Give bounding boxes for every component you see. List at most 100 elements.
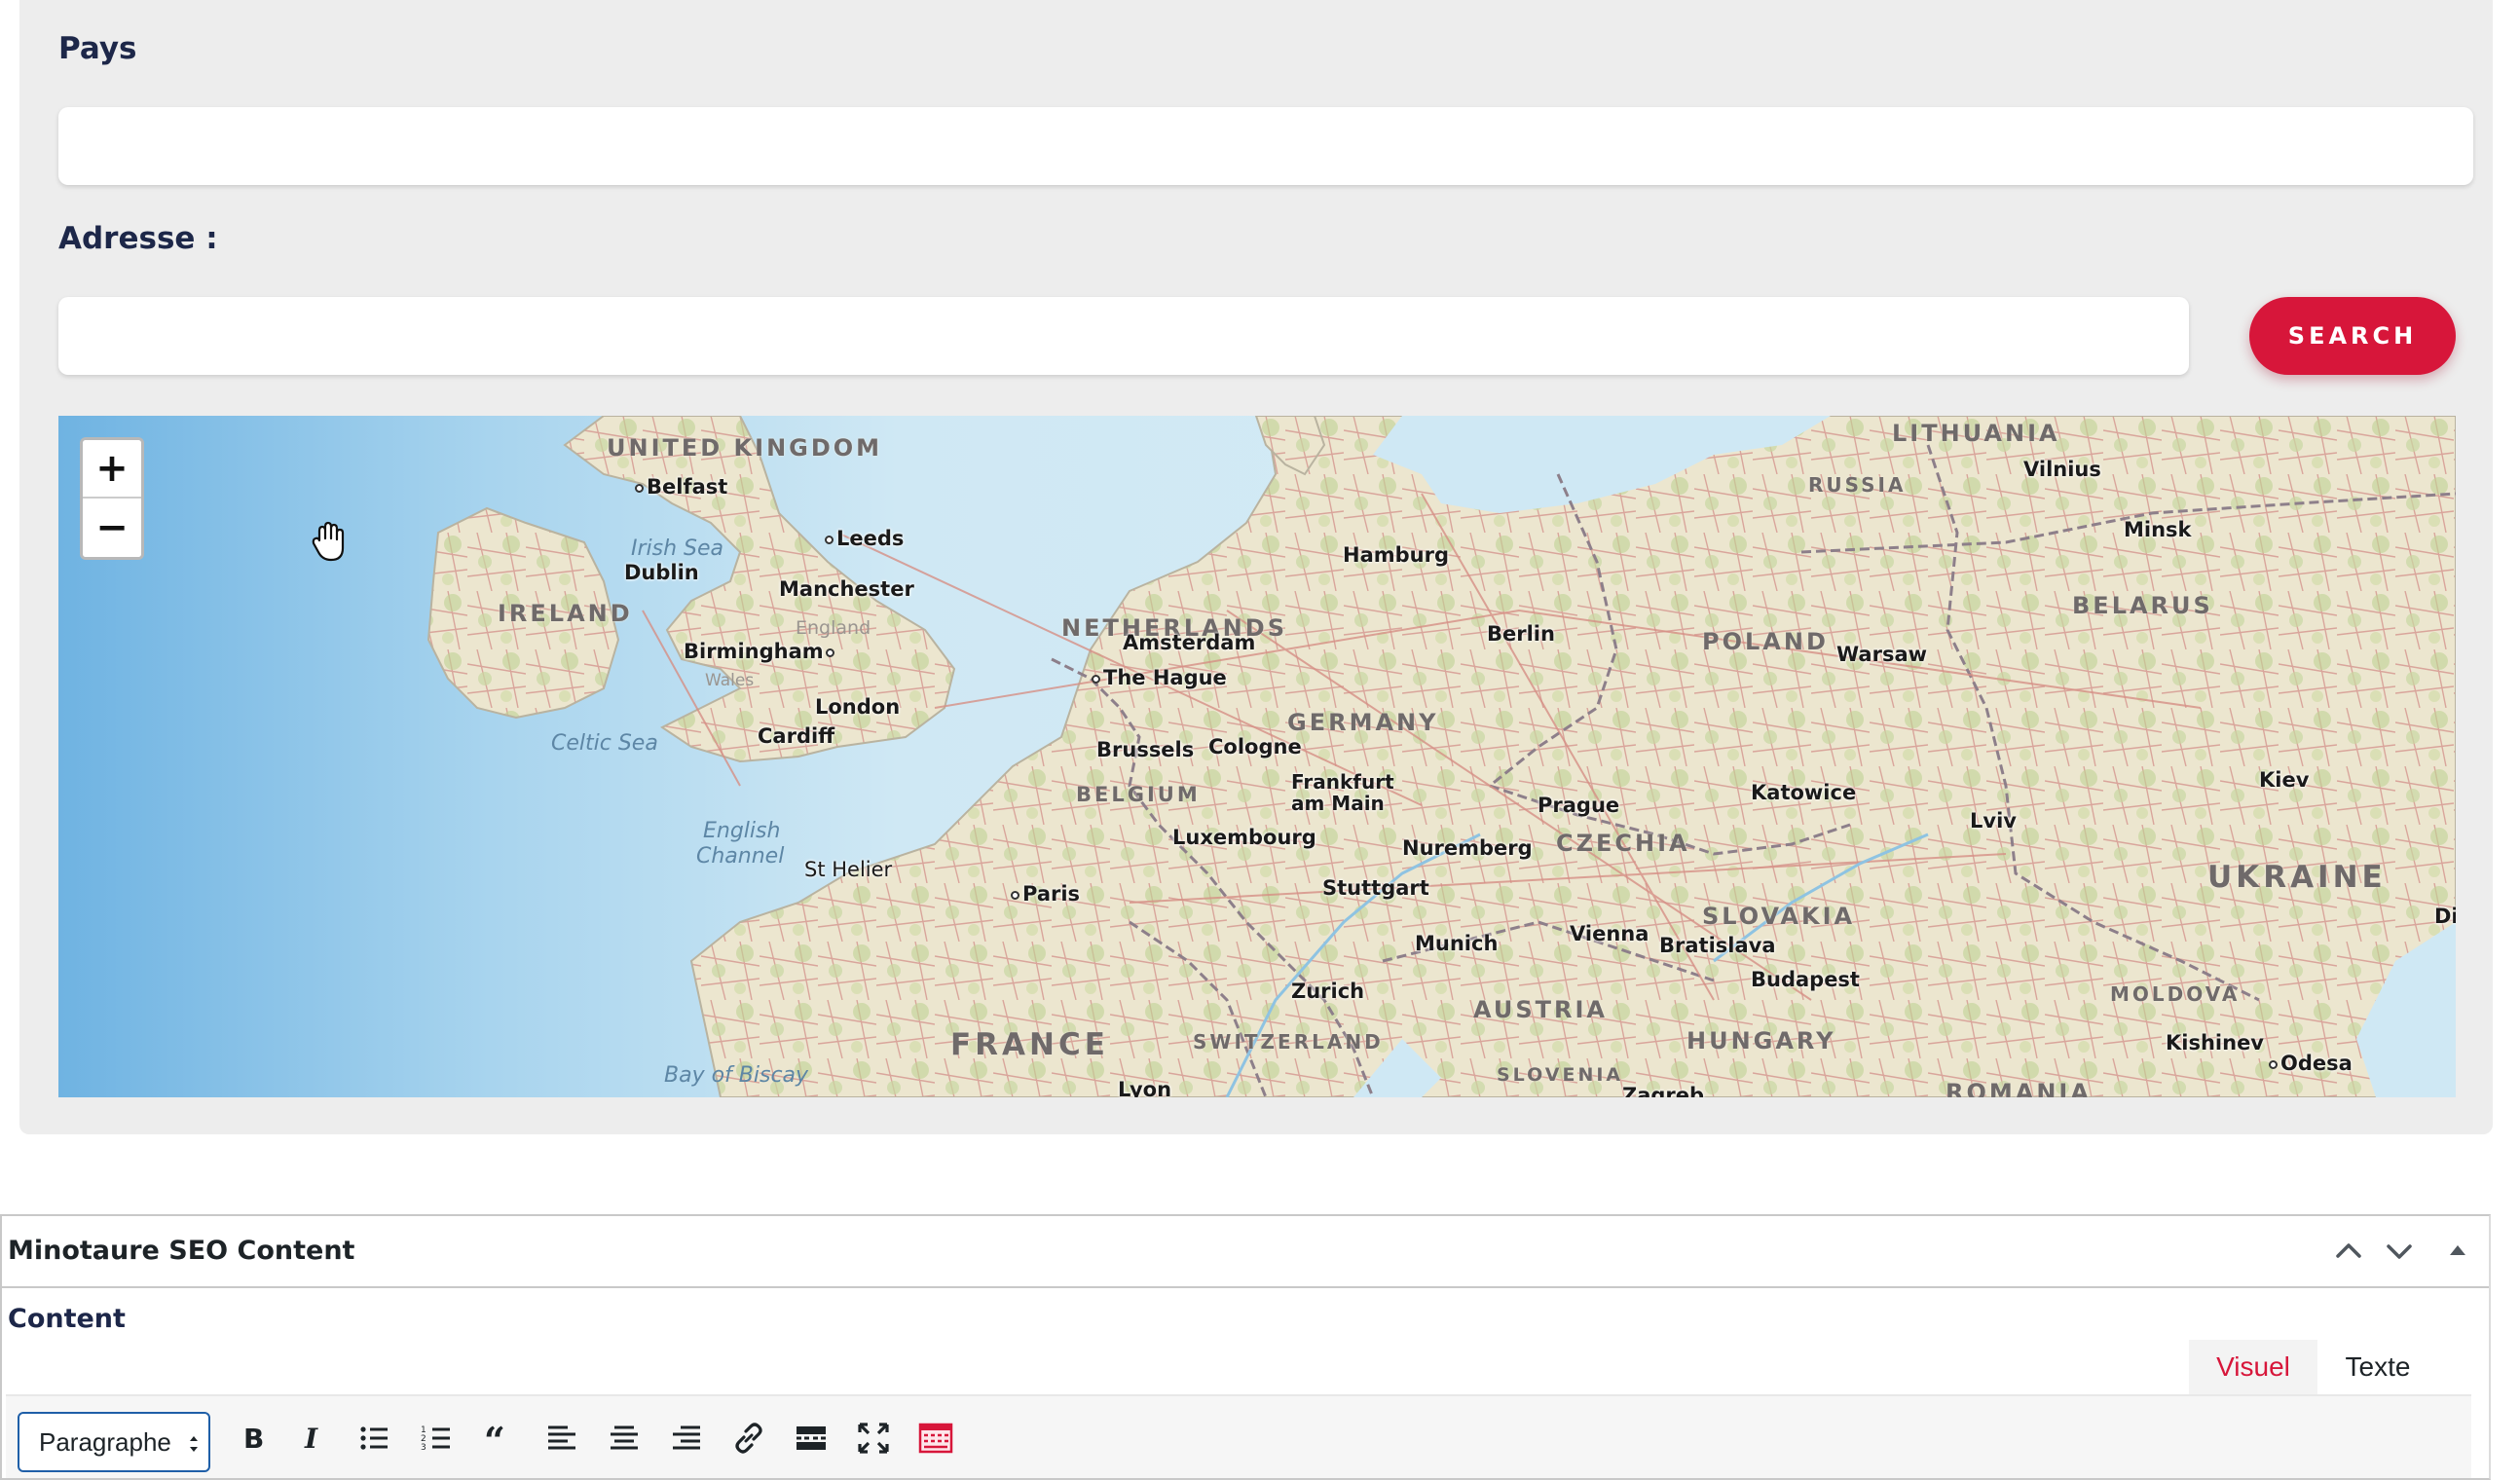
format-select[interactable]: Paragraphe	[18, 1412, 210, 1472]
tab-visual[interactable]: Visuel	[2189, 1340, 2317, 1394]
blockquote-icon: “	[484, 1421, 505, 1456]
italic-button[interactable]: I	[288, 1414, 337, 1462]
triangle-up-icon	[2450, 1245, 2465, 1255]
align-left-button[interactable]	[537, 1414, 586, 1462]
content-label: Content	[8, 1304, 126, 1334]
city-marker-icon	[635, 483, 644, 493]
map-city-cologne: Cologne	[1208, 735, 1302, 758]
address-label: Adresse :	[58, 221, 218, 256]
map-country-russia: RUSSIA	[1808, 473, 1907, 497]
zoom-in-button[interactable]: +	[83, 440, 141, 499]
toggle-panel-button[interactable]	[2438, 1232, 2477, 1271]
link-button[interactable]	[724, 1414, 773, 1462]
grab-cursor-icon	[312, 521, 345, 562]
map-city-paris: Paris	[1011, 882, 1080, 906]
map-country-romania: ROMANIA	[1946, 1079, 2092, 1097]
metabox-title: Minotaure SEO Content	[8, 1236, 355, 1266]
map-country-ukraine: UKRAINE	[2207, 860, 2387, 895]
bold-icon: B	[243, 1423, 264, 1455]
format-select-value: Paragraphe	[39, 1427, 171, 1457]
map-city-lviv: Lviv	[1970, 809, 2017, 832]
map-sea-biscay: Bay of Biscay	[664, 1063, 809, 1088]
italic-icon: I	[304, 1423, 318, 1455]
map-city-vilnius: Vilnius	[2023, 458, 2101, 481]
map-city-prague: Prague	[1538, 794, 1620, 817]
map-city-kishinev: Kishinev	[2166, 1031, 2265, 1054]
blockquote-button[interactable]: “	[475, 1414, 524, 1462]
map-city-cardiff: Cardiff	[758, 724, 835, 748]
location-form-panel: Pays Adresse : SEARCH UNITED KINGDOM IRE…	[19, 0, 2493, 1134]
chevron-up-icon	[2336, 1243, 2361, 1258]
fullscreen-button[interactable]	[849, 1414, 898, 1462]
country-label: Pays	[58, 31, 137, 66]
editor-toolbar: Paragraphe B I 1 2 3 “	[6, 1394, 2471, 1478]
country-input[interactable]	[58, 107, 2473, 185]
map-city-st-helier: St Helier	[804, 858, 893, 881]
svg-text:“: “	[484, 1421, 505, 1456]
map-city-amsterdam: Amsterdam	[1123, 631, 1256, 654]
zoom-control: + −	[80, 437, 144, 560]
map-country-moldova: MOLDOVA	[2110, 982, 2241, 1006]
map-country-poland: POLAND	[1702, 628, 1829, 655]
map-city-katowice: Katowice	[1751, 781, 1857, 804]
map-city-belfast: Belfast	[635, 475, 727, 499]
align-center-button[interactable]	[600, 1414, 649, 1462]
align-left-icon	[548, 1425, 575, 1450]
map-country-czechia: CZECHIA	[1556, 830, 1690, 857]
map-city-vienna: Vienna	[1570, 922, 1649, 945]
map-country-ireland: IRELAND	[498, 600, 633, 627]
map-city-warsaw: Warsaw	[1836, 643, 1928, 666]
seo-metabox: Minotaure SEO Content Content Visuel Tex…	[0, 1214, 2491, 1480]
svg-text:B: B	[243, 1423, 264, 1455]
city-marker-icon	[825, 648, 834, 657]
svg-text:3: 3	[421, 1443, 426, 1453]
search-button[interactable]: SEARCH	[2249, 297, 2456, 375]
map-city-bratislava: Bratislava	[1659, 934, 1776, 957]
map-city-minsk: Minsk	[2124, 518, 2192, 541]
align-right-button[interactable]	[662, 1414, 711, 1462]
address-input[interactable]	[58, 297, 2189, 375]
city-marker-icon	[1011, 890, 1019, 900]
map-city-zagreb: Zagreb	[1622, 1084, 1705, 1097]
map-country-belarus: BELARUS	[2072, 592, 2213, 619]
map-city-berlin: Berlin	[1487, 622, 1555, 646]
map-country-belgium: BELGIUM	[1076, 783, 1201, 806]
numbered-list-icon: 1 2 3	[421, 1425, 450, 1453]
bullet-list-icon	[360, 1426, 388, 1450]
map-city-lyon: Lyon	[1118, 1078, 1172, 1097]
map-city-kiev: Kiev	[2259, 768, 2310, 792]
map-city-munich: Munich	[1415, 932, 1499, 955]
bold-button[interactable]: B	[228, 1414, 277, 1462]
map-view[interactable]: UNITED KINGDOM IRELAND NETHERLANDS BELGI…	[58, 416, 2456, 1097]
map-region-england: England	[796, 617, 871, 639]
map-city-zurich: Zurich	[1291, 980, 1365, 1003]
zoom-out-button[interactable]: −	[83, 499, 141, 557]
map-city-london: London	[815, 695, 901, 719]
move-up-button[interactable]	[2329, 1232, 2368, 1271]
map-city-frankfurt-2: am Main	[1291, 792, 1385, 815]
tab-text[interactable]: Texte	[2321, 1340, 2434, 1394]
map-country-france: FRANCE	[950, 1027, 1109, 1062]
select-arrows-icon	[190, 1436, 198, 1452]
toolbar-toggle-button[interactable]	[911, 1414, 960, 1462]
align-right-icon	[673, 1425, 700, 1450]
map-city-manchester: Manchester	[779, 577, 914, 601]
map-country-uk: UNITED KINGDOM	[607, 434, 883, 462]
map-city-odesa: Odesa	[2269, 1052, 2353, 1075]
bullet-list-button[interactable]	[351, 1414, 399, 1462]
numbered-list-button[interactable]: 1 2 3	[413, 1414, 462, 1462]
map-country-lithuania: LITHUANIA	[1892, 420, 2060, 447]
map-city-dnipro: Di	[2434, 905, 2456, 928]
map-sea-channel-1: English	[703, 819, 781, 843]
map-city-nuremberg: Nuremberg	[1402, 836, 1533, 860]
toolbar-toggle-icon	[918, 1423, 953, 1454]
map-country-slovakia: SLOVAKIA	[1702, 903, 1856, 930]
map-city-hamburg: Hamburg	[1343, 543, 1449, 567]
map-city-the-hague: The Hague	[1092, 666, 1227, 689]
map-city-brussels: Brussels	[1096, 738, 1195, 761]
map-city-luxembourg: Luxembourg	[1172, 826, 1316, 849]
metabox-header: Minotaure SEO Content	[2, 1216, 2489, 1288]
read-more-button[interactable]	[787, 1414, 835, 1462]
move-down-button[interactable]	[2380, 1232, 2419, 1271]
map-country-hungary: HUNGARY	[1686, 1027, 1836, 1054]
